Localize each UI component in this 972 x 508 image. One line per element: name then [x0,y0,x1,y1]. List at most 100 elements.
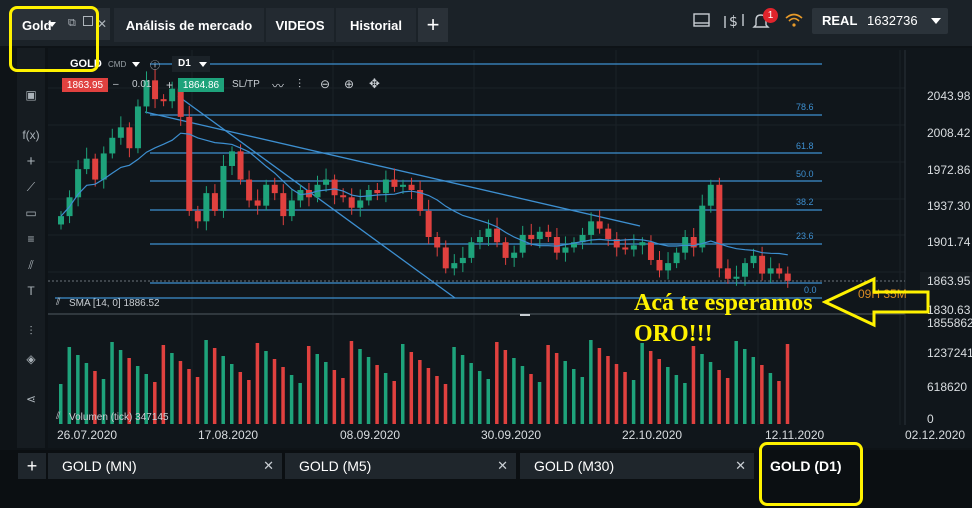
candle-body [630,245,637,250]
candle-body [485,228,492,237]
candle-body [511,252,518,258]
candle-body [442,247,449,269]
fib-level-label: 23.6 [796,231,814,241]
candle-body [177,88,184,117]
price-axis-label: 1972.86 [927,163,971,177]
date-axis-label: 12.11.2020 [765,428,825,442]
candle-body [724,268,731,279]
close-tab-icon[interactable]: ✕ [263,458,274,474]
volume-bar [187,369,191,424]
volume-bar [460,355,465,424]
volume-bar [452,347,456,424]
timeframe-label[interactable]: D1 [178,58,191,69]
volume-bar [435,376,439,424]
volume-bar [341,378,345,424]
candle-body [186,116,193,211]
date-axis-label: 08.09.2020 [340,428,401,442]
candle-body [596,221,603,229]
volume-bar [230,364,234,424]
volume-bar [195,377,200,424]
volume-bar [503,350,508,424]
volume-indicator-icon[interactable]: ⫽ [56,411,60,422]
candle-body [545,231,552,237]
candle-body [152,80,159,100]
candle-body [288,200,295,217]
timeframe-chevron-down-icon[interactable] [199,62,207,67]
zoom-out-icon[interactable]: ⊖ [320,77,330,91]
volume-bar [315,354,319,424]
sma-indicator-label[interactable]: SMA [14, 0] 1886.52 [69,298,160,309]
chart-tab-label: GOLD (M30) [534,458,615,474]
volume-bar [580,377,585,424]
buy-button[interactable]: 1864.86 [178,78,224,92]
volume-bar [631,380,636,424]
volume-bar [426,368,431,424]
cmd-label[interactable]: CMD [108,60,126,69]
candle-body [382,179,389,194]
candle-body [494,228,501,243]
price-axis-label: 2043.98 [927,89,971,103]
date-axis-label: 30.09.2020 [481,428,542,442]
candle-body [647,242,654,260]
sell-button[interactable]: 1863.95 [62,78,108,92]
info-icon[interactable]: ⓘ [150,57,160,72]
volume-bar [392,381,396,424]
sma-indicator-icon[interactable]: ⫽ [56,297,60,308]
volume-bar [777,381,781,424]
volume-indicator-label[interactable]: Volumen (tick) 347145 [69,412,169,423]
volume-input[interactable]: 0.01 [132,79,151,90]
candle-body [203,193,210,222]
chart-tab-label: GOLD (MN) [62,458,137,474]
sltp-button[interactable]: SL/TP [232,79,260,90]
candle-body [331,179,338,196]
candle-body [476,237,483,243]
line-chart-icon[interactable]: 〰 [272,77,284,94]
volume-bar [708,362,713,424]
candle-body [323,179,330,185]
volume-bar [332,370,337,424]
fib-level-label: 78.6 [796,102,814,112]
candle-body [263,184,270,206]
volume-minus-button[interactable]: – [113,79,119,90]
candle-body [588,221,595,235]
volume-bar [614,364,619,424]
volume-bar [204,340,208,424]
move-icon[interactable]: ✥ [369,76,380,92]
chart-tab-m30[interactable]: GOLD (M30) ✕ [520,453,754,479]
volume-bar [640,343,644,424]
chart-tab-m5[interactable]: GOLD (M5) ✕ [285,453,516,479]
close-tab-icon[interactable]: ✕ [735,458,746,474]
zoom-in-icon[interactable]: ⊕ [344,77,354,91]
volume-bar [298,383,302,424]
volume-axis-label: 618620 [927,380,968,394]
candle-body [562,247,569,253]
sma-line [60,132,788,256]
candles-icon[interactable]: ⫶ [298,77,301,92]
chart-tab-mn[interactable]: GOLD (MN) ✕ [48,453,282,479]
candle-body [767,268,774,274]
add-chart-button[interactable]: + [18,453,46,479]
volume-bar [409,352,414,424]
candle-body [468,242,475,258]
cmd-chevron-down-icon[interactable] [132,62,140,67]
candle-body [271,184,278,194]
volume-bar [751,357,756,424]
volume-bar [358,349,362,424]
volume-bar [691,346,696,424]
volume-bar [401,344,405,424]
volume-bar [768,373,773,424]
volume-bar [683,383,687,424]
candle-body [391,179,398,187]
volume-plus-button[interactable]: + [166,78,173,92]
candle-body [699,205,706,248]
volume-bar [529,374,533,424]
candle-body [280,193,287,217]
volume-bar [725,378,730,424]
volume-bar [375,365,379,424]
candle-body [656,259,663,271]
candle-body [117,127,124,138]
candle-body [340,195,347,198]
close-tab-icon[interactable]: ✕ [497,458,508,474]
candle-body [246,179,253,201]
volume-bar [383,373,388,424]
